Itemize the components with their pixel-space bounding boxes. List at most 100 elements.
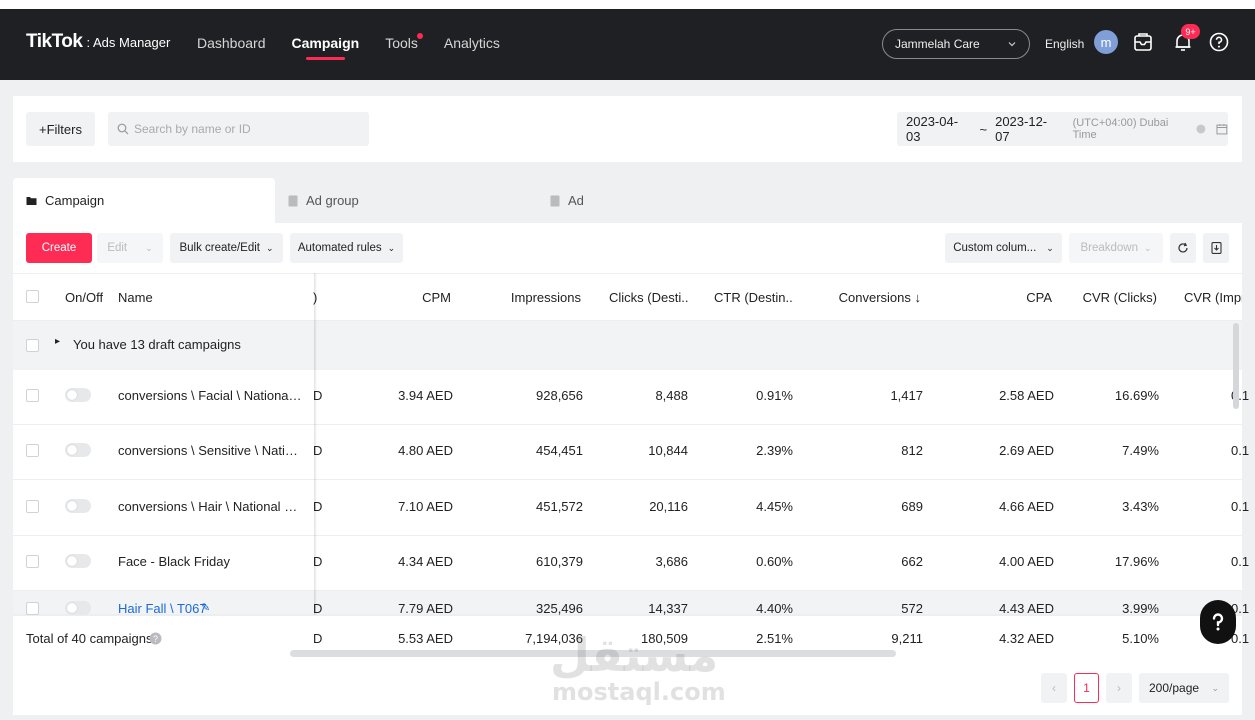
row-checkbox[interactable]	[26, 500, 39, 513]
next-page-button[interactable]: ›	[1106, 673, 1132, 703]
nav-campaign[interactable]: Campaign	[292, 35, 359, 60]
campaign-name[interactable]: Hair Fall \ T067	[118, 601, 303, 616]
cell-ctr: 0.60%	[756, 554, 793, 569]
status-toggle[interactable]	[65, 554, 91, 568]
tiktok-ads-manager-logo[interactable]: TikTok : Ads Manager	[26, 31, 170, 53]
row-checkbox[interactable]	[26, 555, 39, 568]
bulk-create-edit-button[interactable]: Bulk create/Edit ⌄	[170, 233, 283, 263]
inbox-icon[interactable]	[1132, 31, 1154, 53]
col-cpm[interactable]: CPM	[393, 290, 451, 305]
cell-cvr-clicks: 3.43%	[1122, 499, 1159, 514]
total-cpa: 4.32 AED	[999, 631, 1054, 646]
document-icon	[550, 195, 560, 206]
page-1-button[interactable]: 1	[1074, 673, 1099, 703]
language-switch[interactable]: English	[1045, 37, 1084, 51]
document-icon	[288, 195, 298, 206]
chevron-down-icon: ⌄	[1211, 682, 1219, 693]
filters-button[interactable]: +Filters	[26, 112, 95, 146]
avatar[interactable]: m	[1094, 30, 1118, 54]
table-row[interactable]: conversions \ Facial \ National day D 3.94…	[13, 370, 1249, 425]
nav-analytics[interactable]: Analytics	[444, 35, 500, 51]
cell-cvr-impressions: 0.1	[1231, 554, 1250, 569]
breakdown-button[interactable]: Breakdown ⌄	[1069, 233, 1163, 263]
table-row[interactable]: Face - Black Friday D 4.34 AED 610,379 3,686…	[13, 536, 1249, 591]
chevron-left-icon: ‹	[1052, 681, 1056, 695]
create-button[interactable]: Create	[26, 233, 92, 263]
campaign-name[interactable]: conversions \ Facial \ National day	[118, 388, 303, 403]
campaign-name[interactable]: conversions \ Sensitive \ Nation...	[118, 443, 303, 458]
row-checkbox[interactable]	[26, 444, 39, 457]
cell-conversions: 1,417	[890, 388, 923, 403]
date-start: 2023-04-03	[906, 114, 959, 144]
campaign-name[interactable]: conversions \ Hair \ National Day	[118, 499, 303, 514]
help-chat-button[interactable]	[1200, 600, 1236, 644]
cell-cpm: 4.34 AED	[398, 554, 453, 569]
col-ctr[interactable]: CTR (Destin...	[714, 290, 794, 305]
tab-campaign[interactable]: Campaign	[13, 178, 275, 223]
total-label: Total of 40 campaigns	[26, 631, 153, 646]
edit-pencil-icon[interactable]: ✎	[201, 601, 210, 614]
status-toggle[interactable]	[65, 601, 91, 615]
timezone-label: (UTC+04:00) Dubai Time	[1072, 117, 1169, 141]
cell-conversions: 689	[901, 499, 923, 514]
page-size-label: 200/page	[1149, 681, 1200, 695]
tab-ad-group[interactable]: Ad group	[288, 178, 359, 223]
table-row[interactable]: conversions \ Sensitive \ Nation... D 4.80…	[13, 425, 1249, 480]
cell-impressions: 451,572	[536, 499, 583, 514]
tab-ad[interactable]: Ad	[550, 178, 584, 223]
nav-tools[interactable]: Tools	[385, 33, 423, 51]
table-row[interactable]: conversions \ Hair \ National Day D 7.10 A…	[13, 481, 1249, 536]
page-size-select[interactable]: 200/page ⌄	[1139, 673, 1229, 703]
chevron-down-icon	[1008, 42, 1016, 47]
calendar-icon	[1216, 124, 1228, 135]
select-all-checkbox[interactable]	[26, 290, 39, 303]
prev-page-button[interactable]: ‹	[1041, 673, 1067, 703]
table-header: On/Off Name ) CPM Impressions Clicks (De…	[13, 273, 1242, 321]
cell-clicks: 3,686	[655, 554, 688, 569]
search-input[interactable]	[134, 122, 364, 136]
col-impressions[interactable]: Impressions	[483, 290, 581, 305]
export-icon	[1210, 242, 1222, 254]
account-select[interactable]: Jammelah Care	[882, 29, 1030, 59]
automated-rules-button[interactable]: Automated rules ⌄	[290, 233, 403, 263]
custom-columns-button[interactable]: Custom colum... ⌄	[945, 233, 1062, 263]
total-cpm: 5.53 AED	[398, 631, 453, 646]
question-icon[interactable]: ?	[149, 632, 162, 645]
date-range-picker[interactable]: 2023-04-03 ~ 2023-12-07 (UTC+04:00) Duba…	[897, 112, 1228, 146]
col-onoff[interactable]: On/Off	[65, 290, 103, 305]
date-separator: ~	[979, 121, 988, 137]
edit-button[interactable]: Edit ⌄	[97, 233, 163, 263]
new-dot-icon	[416, 33, 423, 39]
cell-cpa: 2.69 AED	[999, 443, 1054, 458]
col-conversions[interactable]: Conversions ↓	[813, 290, 921, 305]
status-toggle[interactable]	[65, 499, 91, 513]
table-row[interactable]: Hair Fall \ T067 D 7.79 AED 325,496 14,337 4.…	[13, 591, 1249, 616]
nav-dashboard[interactable]: Dashboard	[197, 35, 266, 51]
expand-arrow-icon[interactable]: ▸	[55, 336, 60, 347]
vertical-scrollbar[interactable]	[1233, 323, 1239, 409]
cell-clicks: 14,337	[648, 601, 688, 616]
col-cvr-clicks[interactable]: CVR (Clicks)	[1073, 290, 1157, 305]
nav-tools-label: Tools	[385, 35, 418, 51]
status-toggle[interactable]	[65, 388, 91, 402]
cell-impressions: 928,656	[536, 388, 583, 403]
level-tabs: Campaign Ad group Ad	[13, 178, 1242, 223]
cell-conversions: 662	[901, 554, 923, 569]
col-name[interactable]: Name	[118, 290, 153, 305]
bulk-label: Bulk create/Edit	[179, 242, 260, 254]
cell-ctr: 0.91%	[756, 388, 793, 403]
campaign-name[interactable]: Face - Black Friday	[118, 554, 303, 569]
watermark-text: mostaql.com	[552, 678, 726, 706]
row-checkbox[interactable]	[26, 389, 39, 402]
col-cpa[interactable]: CPA	[993, 290, 1052, 305]
row-checkbox[interactable]	[26, 339, 39, 352]
help-icon[interactable]	[1208, 31, 1230, 53]
refresh-button[interactable]	[1170, 233, 1196, 263]
watermark-logo: مستقل	[550, 628, 719, 682]
draft-campaigns-row[interactable]: ▸ You have 13 draft campaigns	[13, 321, 1242, 370]
col-clicks[interactable]: Clicks (Desti...	[609, 290, 689, 305]
col-cvr-impressions[interactable]: CVR (Impre	[1184, 290, 1242, 305]
row-checkbox[interactable]	[26, 602, 39, 615]
export-button[interactable]	[1203, 233, 1229, 263]
status-toggle[interactable]	[65, 443, 91, 457]
